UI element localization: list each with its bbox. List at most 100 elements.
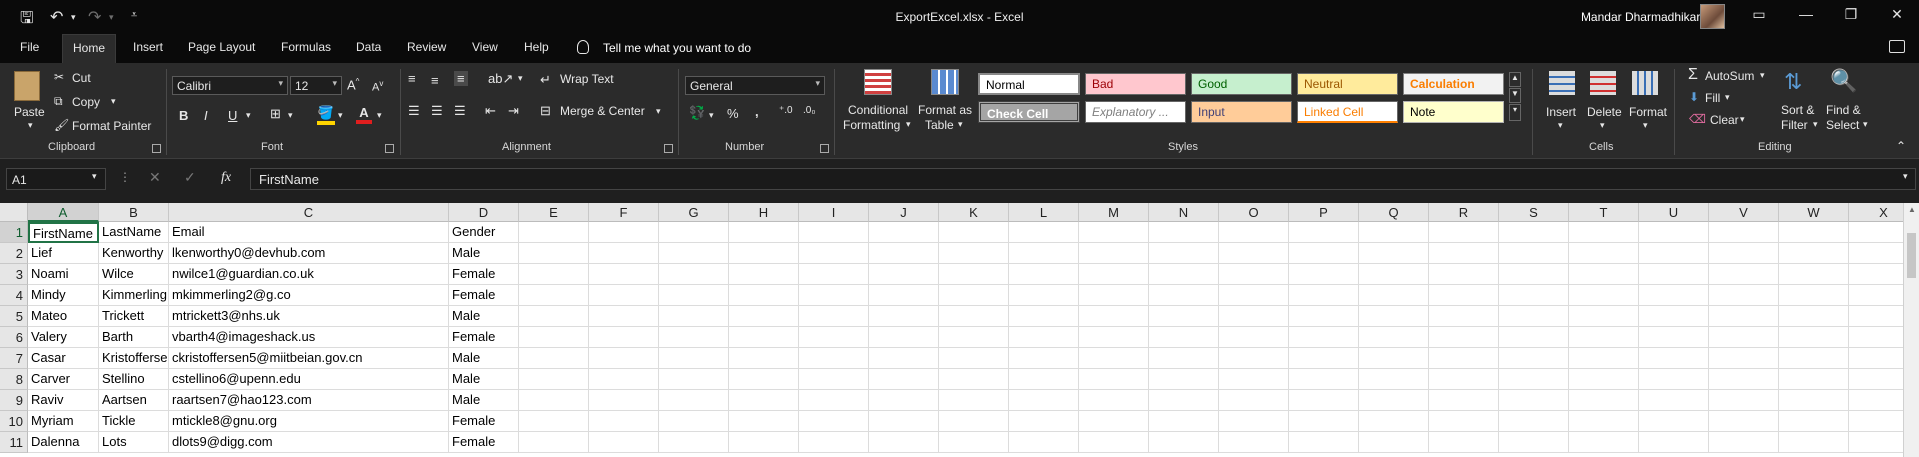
- table-cell[interactable]: [1429, 285, 1499, 306]
- table-cell[interactable]: [1429, 432, 1499, 453]
- table-cell[interactable]: Mindy: [28, 285, 99, 306]
- table-cell[interactable]: [1779, 285, 1849, 306]
- table-cell[interactable]: [1009, 306, 1079, 327]
- table-cell[interactable]: [1009, 432, 1079, 453]
- table-cell[interactable]: [1709, 264, 1779, 285]
- table-cell[interactable]: [1709, 306, 1779, 327]
- font-color-dropdown-icon[interactable]: ▾: [377, 110, 382, 121]
- table-cell[interactable]: [1779, 327, 1849, 348]
- table-cell[interactable]: [519, 348, 589, 369]
- table-cell[interactable]: Tickle: [99, 411, 169, 432]
- column-header[interactable]: J: [869, 203, 939, 222]
- format-as-table-label-1[interactable]: Format as: [918, 103, 972, 117]
- table-cell[interactable]: [659, 243, 729, 264]
- table-cell[interactable]: [869, 306, 939, 327]
- conditional-formatting-dropdown-icon[interactable]: ▾: [906, 119, 911, 130]
- table-cell[interactable]: [659, 369, 729, 390]
- table-cell[interactable]: [729, 264, 799, 285]
- table-cell[interactable]: [589, 390, 659, 411]
- underline-button[interactable]: U: [228, 108, 237, 123]
- increase-indent-icon[interactable]: ⇥: [508, 103, 519, 119]
- table-cell[interactable]: [519, 327, 589, 348]
- table-cell[interactable]: Male: [449, 306, 519, 327]
- insert-button[interactable]: Insert: [1546, 105, 1576, 119]
- table-cell[interactable]: [1709, 243, 1779, 264]
- style-linked-cell[interactable]: Linked Cell: [1297, 101, 1398, 123]
- table-cell[interactable]: [1499, 264, 1569, 285]
- borders-icon[interactable]: ⊞: [270, 106, 281, 122]
- table-cell[interactable]: [1079, 243, 1149, 264]
- table-cell[interactable]: [729, 222, 799, 243]
- table-cell[interactable]: [659, 327, 729, 348]
- chevron-down-icon[interactable]: ▾: [332, 78, 337, 89]
- table-cell[interactable]: [1149, 390, 1219, 411]
- close-icon[interactable]: ✕: [1887, 6, 1907, 23]
- table-cell[interactable]: [1149, 306, 1219, 327]
- table-cell[interactable]: [1359, 348, 1429, 369]
- table-cell[interactable]: [1779, 222, 1849, 243]
- table-cell[interactable]: [799, 432, 869, 453]
- table-cell[interactable]: Mateo: [28, 306, 99, 327]
- table-cell[interactable]: [1009, 327, 1079, 348]
- table-cell[interactable]: [1499, 243, 1569, 264]
- merge-dropdown-icon[interactable]: ▾: [656, 106, 661, 117]
- decrease-decimal-icon[interactable]: .0₀: [803, 105, 816, 116]
- tab-file[interactable]: File: [20, 40, 39, 54]
- table-cell[interactable]: [1639, 369, 1709, 390]
- table-cell[interactable]: [1219, 264, 1289, 285]
- table-cell[interactable]: Email: [169, 222, 449, 243]
- table-cell[interactable]: [1079, 411, 1149, 432]
- merge-center-button[interactable]: Merge & Center: [560, 104, 645, 118]
- column-header[interactable]: S: [1499, 203, 1569, 222]
- table-cell[interactable]: [1359, 432, 1429, 453]
- sort-filter-icon[interactable]: ⇅: [1784, 69, 1802, 95]
- table-cell[interactable]: [1219, 285, 1289, 306]
- undo-dropdown-icon[interactable]: ▾: [71, 12, 76, 23]
- table-cell[interactable]: [1639, 285, 1709, 306]
- row-header[interactable]: 6: [0, 327, 28, 348]
- font-launcher[interactable]: [385, 144, 394, 153]
- table-cell[interactable]: [659, 264, 729, 285]
- table-cell[interactable]: [519, 411, 589, 432]
- comma-button[interactable]: ,: [755, 104, 759, 119]
- format-cells-icon[interactable]: [1632, 71, 1658, 95]
- column-header[interactable]: M: [1079, 203, 1149, 222]
- table-cell[interactable]: [589, 432, 659, 453]
- table-cell[interactable]: Kenworthy: [99, 243, 169, 264]
- column-header[interactable]: V: [1709, 203, 1779, 222]
- fill-color-dropdown-icon[interactable]: ▾: [338, 110, 343, 121]
- decrease-font-icon[interactable]: Av: [372, 79, 383, 94]
- conditional-formatting-label-1[interactable]: Conditional: [848, 103, 908, 117]
- table-cell[interactable]: [1429, 327, 1499, 348]
- styles-scroll-up-icon[interactable]: ▲: [1509, 72, 1521, 87]
- insert-function-icon[interactable]: fx: [221, 170, 231, 186]
- table-cell[interactable]: mtickle8@gnu.org: [169, 411, 449, 432]
- autosum-dropdown-icon[interactable]: ▾: [1760, 70, 1765, 81]
- delete-dropdown-icon[interactable]: ▾: [1600, 120, 1605, 131]
- column-header[interactable]: B: [99, 203, 169, 222]
- table-cell[interactable]: [1219, 390, 1289, 411]
- restore-icon[interactable]: ❐: [1841, 6, 1861, 23]
- comments-icon[interactable]: [1889, 40, 1905, 53]
- table-cell[interactable]: [1359, 243, 1429, 264]
- table-cell[interactable]: [1569, 390, 1639, 411]
- table-cell[interactable]: Gender: [449, 222, 519, 243]
- table-cell[interactable]: [1569, 327, 1639, 348]
- table-cell[interactable]: [1569, 411, 1639, 432]
- table-cell[interactable]: [1079, 306, 1149, 327]
- table-cell[interactable]: Trickett: [99, 306, 169, 327]
- table-cell[interactable]: [1429, 222, 1499, 243]
- enter-icon[interactable]: ✓: [184, 169, 196, 186]
- table-cell[interactable]: [729, 327, 799, 348]
- table-cell[interactable]: [1149, 264, 1219, 285]
- table-cell[interactable]: [1429, 243, 1499, 264]
- ribbon-display-options-icon[interactable]: ▭: [1749, 6, 1769, 23]
- table-cell[interactable]: [1709, 369, 1779, 390]
- style-explanatory[interactable]: Explanatory ...: [1085, 101, 1186, 123]
- table-cell[interactable]: [1639, 411, 1709, 432]
- table-cell[interactable]: Male: [449, 390, 519, 411]
- wrap-text-button[interactable]: Wrap Text: [560, 72, 614, 86]
- table-cell[interactable]: [729, 306, 799, 327]
- scroll-up-icon[interactable]: ▲: [1908, 205, 1916, 214]
- table-cell[interactable]: Lots: [99, 432, 169, 453]
